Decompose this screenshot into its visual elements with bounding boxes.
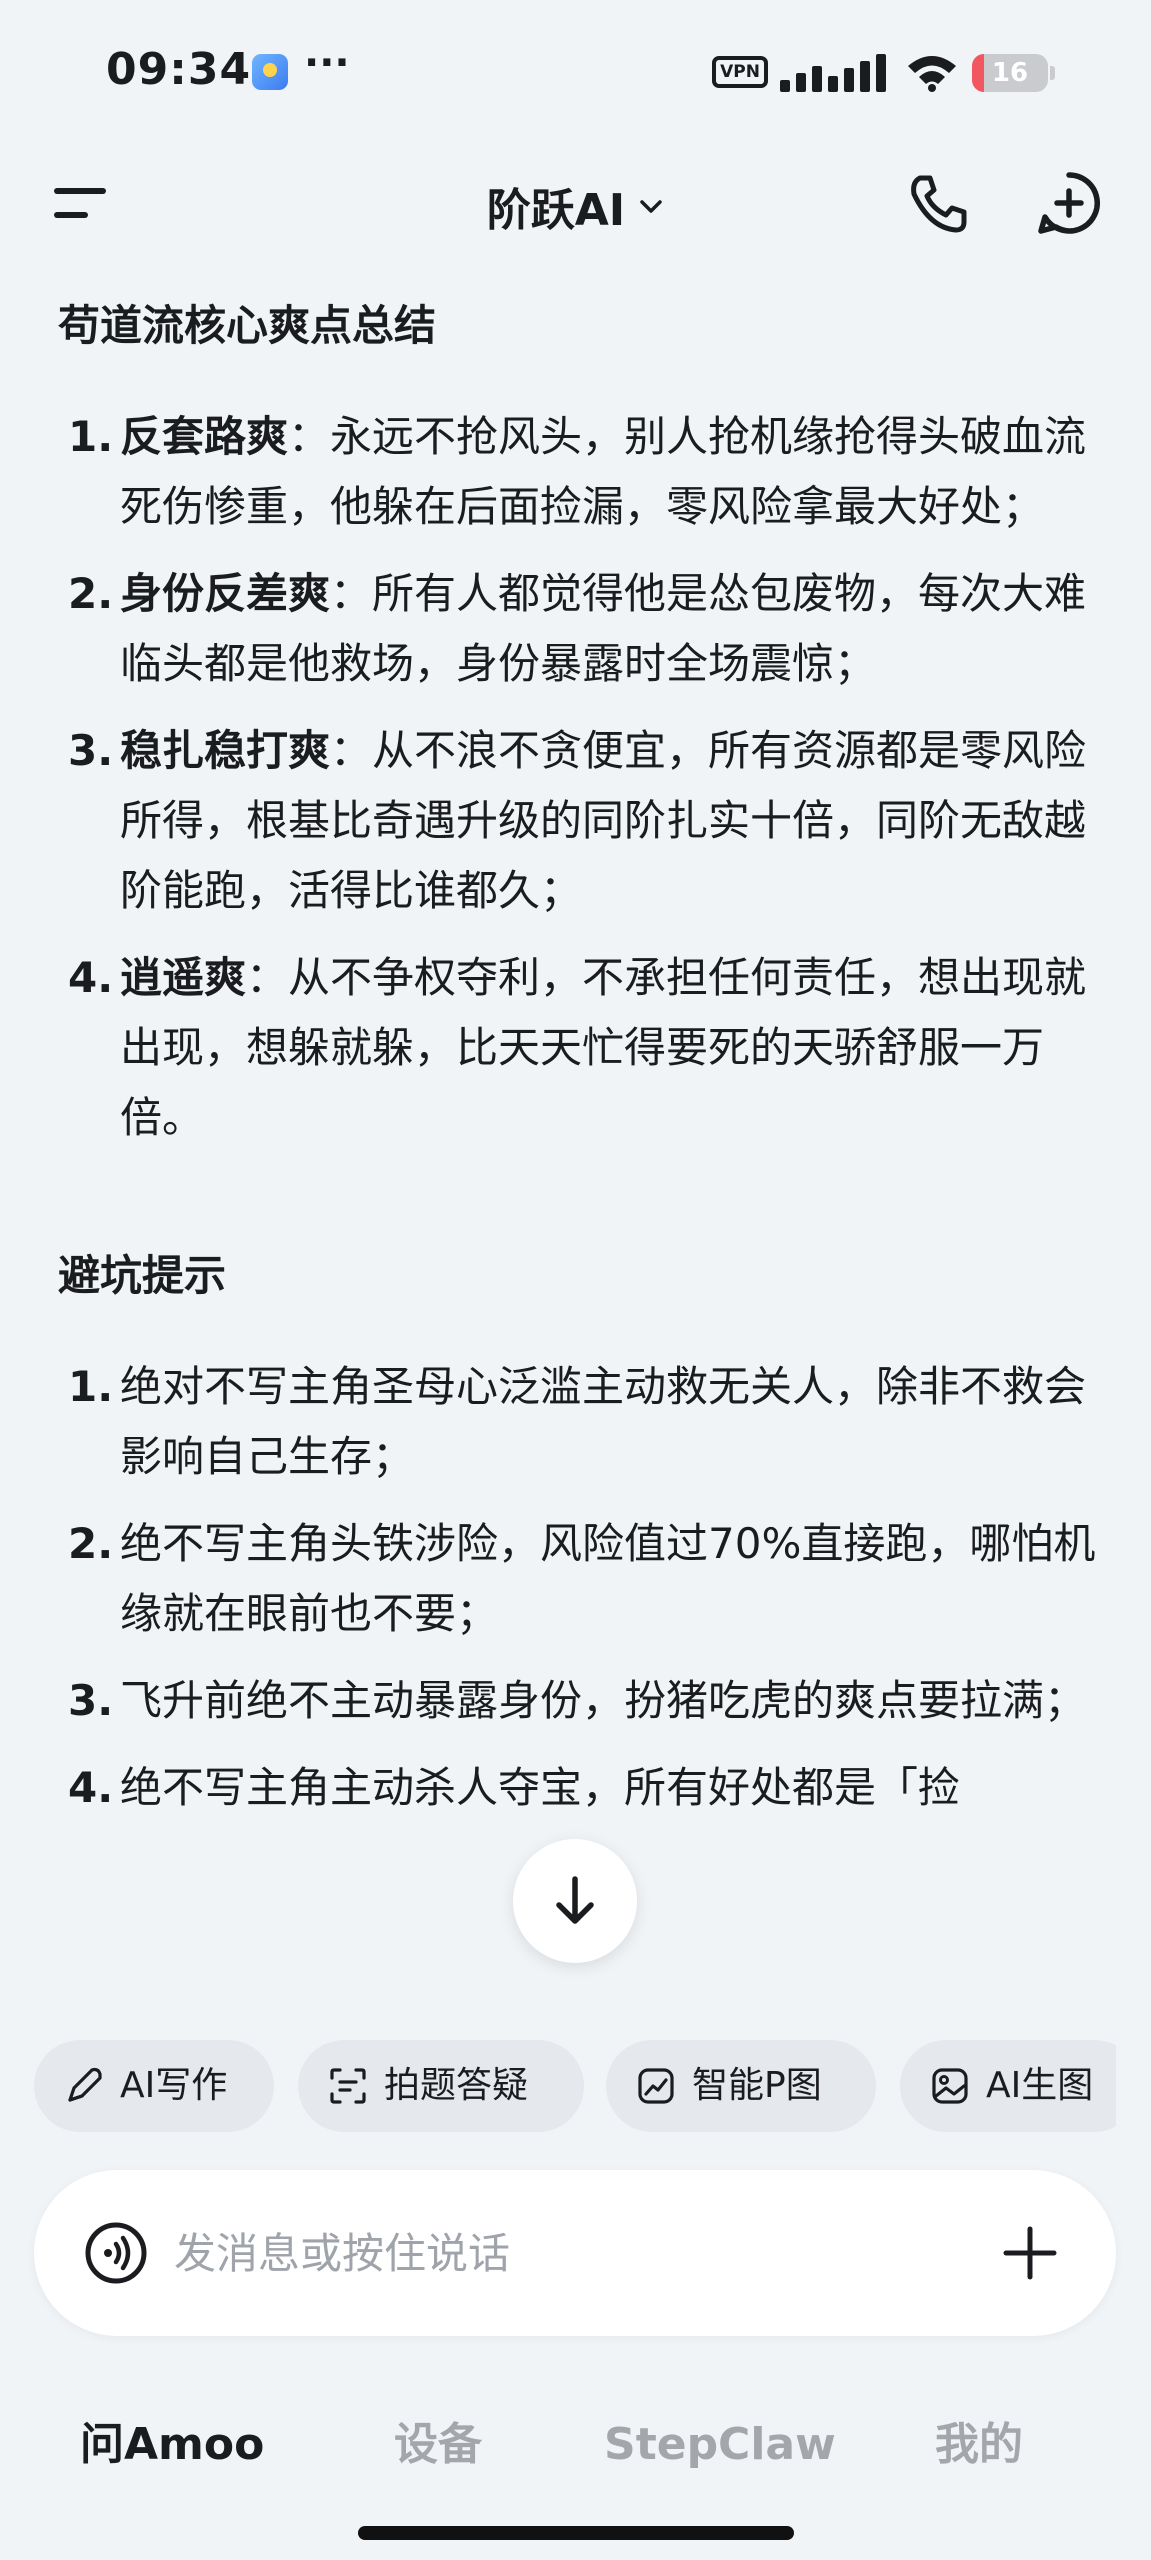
chip-label: 拍题答疑: [384, 2065, 529, 2106]
phone-icon[interactable]: [906, 172, 970, 236]
list-number: 3.: [68, 726, 114, 775]
section-title: 苟道流核心爽点总结: [58, 301, 437, 350]
list-item: 4. 绝不写主角主动杀人夺宝，所有好处都是「捡: [58, 1753, 1108, 1823]
home-indicator[interactable]: [358, 2526, 794, 2540]
list-number: 2.: [68, 569, 114, 618]
list-item-text: 绝不写主角主动杀人夺宝，所有好处都是「捡: [120, 1763, 961, 1812]
list-item-heading: 身份反差爽: [120, 569, 331, 618]
chip-label: 智能P图: [692, 2065, 822, 2106]
nav-item-devices[interactable]: 设备: [394, 2410, 482, 2480]
list-item: 2. 绝不写主角头铁涉险，风险值过70%直接跑，哪怕机缘就在眼前也不要；: [58, 1509, 1108, 1649]
list-number: 2.: [68, 1519, 114, 1568]
bottom-navigation: 问Amoo 设备 StepClaw 我的: [0, 2400, 1151, 2490]
app-header: 阶跃AI: [0, 150, 1151, 260]
list-number: 1.: [68, 412, 114, 461]
tips-list: 1. 绝对不写主角圣母心泛滥主动救无关人，除非不救会影响自己生存； 2. 绝不写主角…: [58, 1352, 1108, 1823]
chip-label: AI写作: [120, 2065, 228, 2106]
quick-action-chips: AI写作 拍题答疑 智能P图 AI生图: [34, 2036, 1116, 2136]
chip-ai-writing[interactable]: AI写作: [34, 2040, 274, 2132]
status-time: 09:34: [106, 44, 252, 95]
model-selector[interactable]: 阶跃AI: [0, 174, 1151, 238]
pen-icon: [68, 2067, 102, 2102]
image-edit-icon: [638, 2068, 674, 2104]
arrow-down-icon: [556, 1876, 594, 1924]
page-title: 阶跃AI: [486, 185, 626, 236]
status-bar: 09:34 ··· VPN 16: [0, 0, 1151, 150]
image-icon: [932, 2068, 968, 2104]
list-item: 3. 稳扎稳打爽：从不浪不贪便宜，所有资源都是零风险所得，根基比奇遇升级的同阶扎实…: [58, 716, 1108, 926]
message-input-bar: [34, 2170, 1116, 2336]
list-item: 3. 飞升前绝不主动暴露身份，扮猪吃虎的爽点要拉满；: [58, 1666, 1108, 1736]
list-item-text: 绝对不写主角圣母心泛滥主动救无关人，除非不救会影响自己生存；: [120, 1362, 1087, 1481]
message-content: 苟道流核心爽点总结 1. 反套路爽：永远不抢风头，别人抢机缘抢得头破血流死伤惨重，…: [58, 290, 1108, 2000]
list-number: 4.: [68, 953, 114, 1002]
scroll-to-bottom-button[interactable]: [513, 1839, 637, 1963]
chip-ai-image[interactable]: AI生图: [900, 2040, 1116, 2132]
list-number: 1.: [68, 1362, 114, 1411]
list-number: 3.: [68, 1676, 114, 1725]
chip-label: AI生图: [986, 2065, 1094, 2106]
voice-icon[interactable]: [84, 2221, 148, 2285]
chip-photo-qa[interactable]: 拍题答疑: [298, 2040, 584, 2132]
chevron-down-icon: [640, 200, 663, 213]
nav-item-me[interactable]: 我的: [935, 2410, 1023, 2480]
more-notifications-icon: ···: [304, 40, 350, 86]
new-chat-icon[interactable]: [1036, 170, 1102, 236]
list-item-text: ：从不争权夺利，不承担任何责任，想出现就出现，想躲就躲，比天天忙得要死的天骄舒服…: [120, 953, 1087, 1142]
vpn-icon: VPN: [712, 56, 768, 88]
scan-icon: [330, 2068, 366, 2104]
highlight-list: 1. 反套路爽：永远不抢风头，别人抢机缘抢得头破血流死伤惨重，他躲在后面捡漏，零风…: [58, 402, 1108, 1153]
chat-screen: 09:34 ··· VPN 16 阶跃AI 苟道流核心爽点总结 1. 反套路爽：…: [0, 0, 1151, 2560]
list-item-text: 飞升前绝不主动暴露身份，扮猪吃虎的爽点要拉满；: [120, 1676, 1087, 1725]
section-title: 避坑提示: [58, 1251, 227, 1300]
list-number: 4.: [68, 1763, 114, 1812]
list-item-text: 绝不写主角头铁涉险，风险值过70%直接跑，哪怕机缘就在眼前也不要；: [120, 1519, 1096, 1638]
signal-icon: [780, 54, 886, 92]
battery-percent: 16: [991, 58, 1029, 88]
chip-smart-photo-edit[interactable]: 智能P图: [606, 2040, 876, 2132]
list-item: 1. 反套路爽：永远不抢风头，别人抢机缘抢得头破血流死伤惨重，他躲在后面捡漏，零风…: [58, 402, 1108, 542]
list-item-heading: 反套路爽: [120, 412, 289, 461]
battery-icon: 16: [972, 54, 1048, 92]
nav-item-ask-amoo[interactable]: 问Amoo: [80, 2410, 264, 2480]
list-item-heading: 稳扎稳打爽: [120, 726, 331, 775]
battery-tip: [1050, 66, 1055, 80]
plus-icon[interactable]: [1000, 2223, 1060, 2283]
message-input[interactable]: [174, 2216, 914, 2290]
app-notification-icon: [252, 54, 288, 90]
nav-item-stepclaw[interactable]: StepClaw: [604, 2410, 836, 2480]
list-item: 4. 逍遥爽：从不争权夺利，不承担任何责任，想出现就出现，想躲就躲，比天天忙得要死…: [58, 943, 1108, 1153]
list-item: 1. 绝对不写主角圣母心泛滥主动救无关人，除非不救会影响自己生存；: [58, 1352, 1108, 1492]
list-item: 2. 身份反差爽：所有人都觉得他是怂包废物，每次大难临头都是他救场，身份暴露时全场…: [58, 559, 1108, 699]
list-item-heading: 逍遥爽: [120, 953, 247, 1002]
wifi-icon: [908, 56, 956, 92]
